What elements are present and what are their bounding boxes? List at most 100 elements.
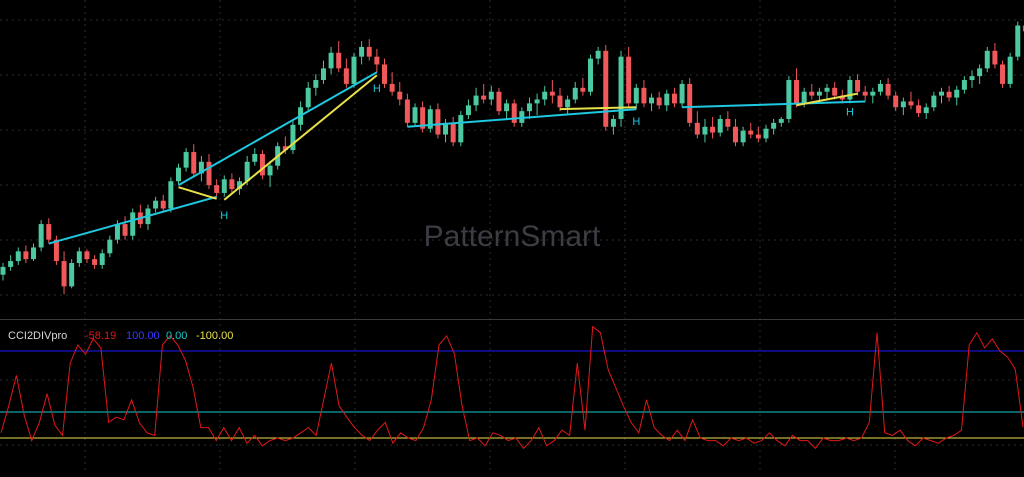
candle-body <box>794 80 799 103</box>
candle-body <box>1000 64 1005 83</box>
candle-body <box>481 96 486 100</box>
candle-body <box>825 88 830 92</box>
candle-body <box>69 263 74 286</box>
candle-body <box>466 105 471 115</box>
candle-body <box>252 154 257 162</box>
candle-body <box>710 127 715 133</box>
candle-body <box>214 185 219 193</box>
candle-body <box>962 80 967 90</box>
candle-body <box>123 224 128 236</box>
candle-body <box>397 92 402 100</box>
candle-body <box>924 107 929 113</box>
candle-body <box>748 131 753 135</box>
candle-body <box>855 80 860 92</box>
candle-body <box>985 51 990 69</box>
candle-body <box>184 152 189 168</box>
candle-body <box>405 99 410 122</box>
candle-body <box>390 84 395 92</box>
candle-body <box>779 119 784 123</box>
candle-body <box>153 201 158 209</box>
candle-body <box>756 135 761 139</box>
indicator-name: CCI2DIVpro <box>8 330 67 342</box>
candle-body <box>809 92 814 96</box>
candle-body <box>878 84 883 92</box>
candle-body <box>786 80 791 119</box>
candle-body <box>939 92 944 96</box>
watermark: PatternSmart <box>424 220 601 253</box>
candle-body <box>374 57 379 65</box>
candle-body <box>970 76 975 80</box>
candle-body <box>641 88 646 104</box>
divergence-line <box>178 187 216 199</box>
candle-body <box>870 92 875 96</box>
candle-body <box>634 88 639 104</box>
candle-body <box>596 51 601 59</box>
candle-body <box>802 92 807 104</box>
candle-body <box>908 101 913 105</box>
candle-body <box>8 261 13 267</box>
hidden-divergence-label: H <box>220 210 228 222</box>
candle-body <box>100 253 105 265</box>
hidden-divergence-label: H <box>846 106 854 118</box>
chart-stage: HHHH PatternSmart CCI2DIVpro -58.19 100.… <box>0 0 1024 472</box>
candle-body <box>84 251 89 259</box>
candle-body <box>916 105 921 113</box>
candle-body <box>229 179 234 189</box>
candle-body <box>1008 57 1013 84</box>
candle-body <box>992 51 997 65</box>
candle-body <box>107 240 112 254</box>
candle-body <box>451 123 456 142</box>
candle-body <box>351 57 356 84</box>
candle-body <box>23 251 28 259</box>
candle-body <box>168 181 173 208</box>
indicator-pane <box>0 327 1024 449</box>
candle-body <box>176 168 181 182</box>
candle-body <box>718 119 723 133</box>
candle-body <box>611 119 616 127</box>
candle-body <box>687 84 692 123</box>
candle-body <box>695 123 700 135</box>
candle-body <box>413 107 418 123</box>
candle-body <box>657 98 662 106</box>
candle-body <box>527 103 532 111</box>
divergence-line <box>224 75 377 200</box>
price-chart: HHHH PatternSmart CCI2DIVpro -58.19 100.… <box>0 0 1024 472</box>
candle-body <box>626 57 631 104</box>
candle-body <box>741 131 746 143</box>
candle-body <box>565 99 570 107</box>
indicator-zero-level: 0.00 <box>166 330 187 342</box>
candle-body <box>489 92 494 100</box>
candle-body <box>603 51 608 127</box>
candle-body <box>863 92 868 96</box>
candle-body <box>725 119 730 127</box>
candle-body <box>191 152 196 173</box>
candle-body <box>542 92 547 100</box>
candle-body <box>672 94 677 104</box>
candle-body <box>664 94 669 106</box>
candle-body <box>31 247 36 259</box>
candle-body <box>382 64 387 83</box>
candle-body <box>245 162 250 181</box>
cci-line <box>1 327 1023 449</box>
candle-body <box>550 92 555 96</box>
candle-body <box>77 251 82 263</box>
candle-body <box>893 96 898 108</box>
candle-body <box>771 123 776 129</box>
candle-body <box>458 115 463 142</box>
candle-body <box>504 103 509 111</box>
candle-body <box>649 98 654 104</box>
candle-body <box>1015 26 1020 57</box>
candle-body <box>435 109 440 134</box>
candle-body <box>321 68 326 80</box>
candle-body <box>46 224 51 240</box>
candle-body <box>62 261 67 286</box>
candle-body <box>573 88 578 100</box>
candle-body <box>161 201 166 209</box>
indicator-upper-level: 100.00 <box>126 330 160 342</box>
candle-body <box>260 154 265 175</box>
candle-body <box>496 92 501 111</box>
candle-body <box>901 101 906 107</box>
candle-body <box>39 224 44 247</box>
candle-body <box>359 47 364 57</box>
candle-body <box>1 267 6 275</box>
